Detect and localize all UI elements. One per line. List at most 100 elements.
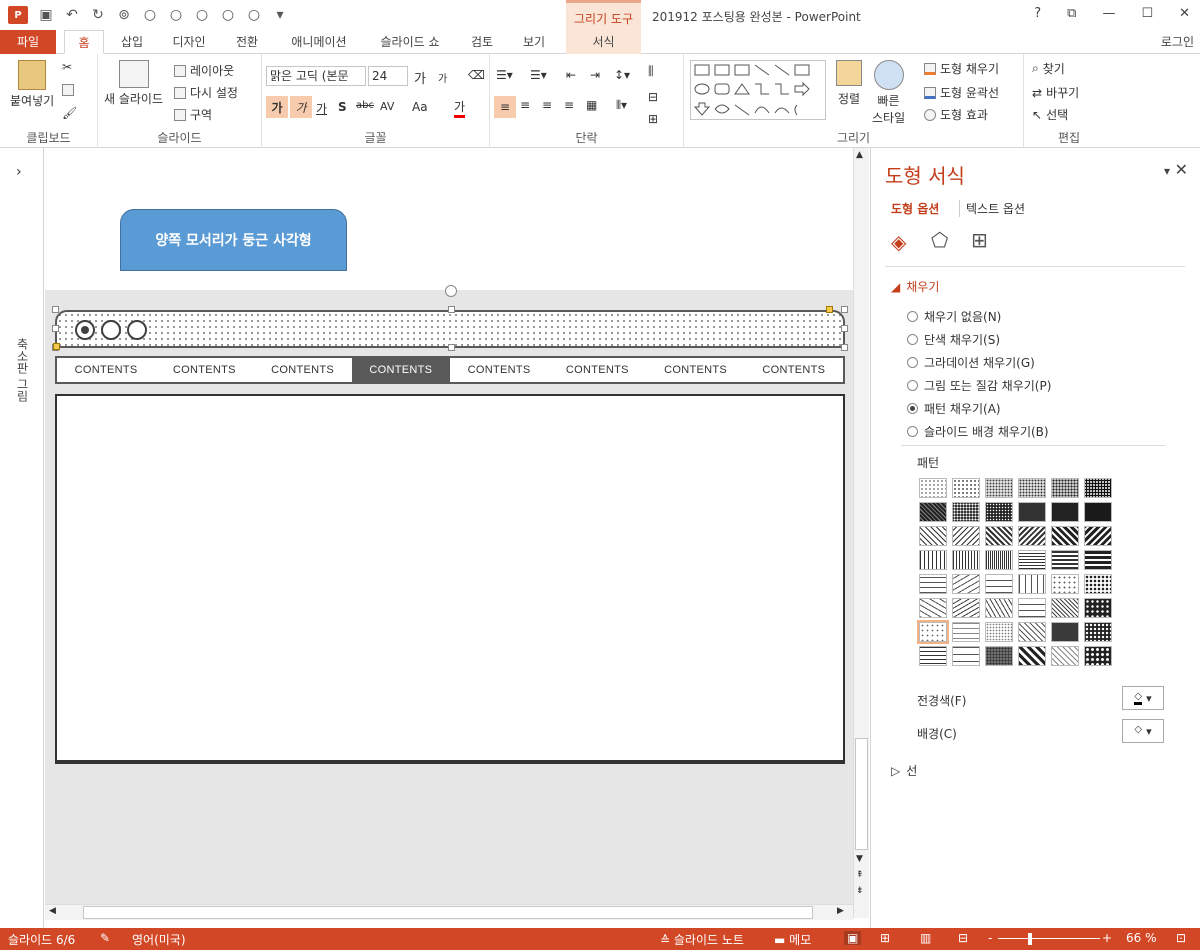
tab-view[interactable]: 보기 bbox=[514, 30, 554, 54]
section-button[interactable]: 구역 bbox=[174, 106, 212, 123]
smartart-button[interactable]: ⊞ bbox=[648, 112, 658, 126]
scroll-up-icon[interactable]: ▲ bbox=[856, 150, 863, 160]
copy-button[interactable] bbox=[62, 84, 74, 96]
pattern-swatch[interactable] bbox=[985, 550, 1013, 570]
save-icon[interactable]: ▣ bbox=[38, 7, 54, 23]
pattern-swatch[interactable] bbox=[985, 502, 1013, 522]
selection-handle[interactable] bbox=[841, 306, 848, 313]
zoom-slider-thumb[interactable] bbox=[1028, 933, 1032, 945]
pattern-swatch[interactable] bbox=[1018, 478, 1046, 498]
columns-button[interactable]: ⫴▾ bbox=[616, 98, 627, 113]
pane-options-icon[interactable]: ▾ bbox=[1164, 164, 1170, 178]
pattern-swatch[interactable] bbox=[1051, 526, 1079, 546]
underline-button[interactable]: 가 bbox=[316, 100, 327, 117]
reading-view-icon[interactable]: ▥ bbox=[920, 931, 931, 945]
shape-icon-3[interactable]: ○ bbox=[194, 7, 210, 23]
pattern-swatch[interactable] bbox=[985, 478, 1013, 498]
tab-insert[interactable]: 삽입 bbox=[112, 30, 152, 54]
pattern-swatch[interactable] bbox=[1051, 646, 1079, 666]
pattern-swatch[interactable] bbox=[1018, 526, 1046, 546]
text-direction-button[interactable]: ⫼ bbox=[648, 64, 654, 79]
pattern-swatch[interactable] bbox=[952, 646, 980, 666]
pattern-swatch[interactable] bbox=[1084, 526, 1112, 546]
align-center-button[interactable]: ≡ bbox=[520, 98, 530, 112]
pattern-swatch[interactable] bbox=[919, 550, 947, 570]
nav-item-active[interactable]: CONTENTS bbox=[351, 358, 450, 382]
pattern-swatch[interactable] bbox=[1018, 598, 1046, 618]
pane-close-button[interactable]: ✕ bbox=[1175, 160, 1188, 179]
expand-thumbnails-icon[interactable]: › bbox=[16, 164, 22, 180]
thumbnails-label[interactable]: 축소판 그림 bbox=[14, 338, 31, 402]
shape-effects-button[interactable]: 도형 효과 bbox=[924, 106, 988, 123]
cut-button[interactable]: ✂ bbox=[62, 60, 72, 74]
shape-fill-button[interactable]: 도형 채우기 bbox=[924, 60, 999, 77]
zoom-slider[interactable] bbox=[998, 938, 1100, 939]
customize-qat-icon[interactable]: ▾ bbox=[272, 7, 288, 23]
pattern-swatch[interactable] bbox=[1051, 598, 1079, 618]
pattern-swatch[interactable] bbox=[985, 622, 1013, 642]
italic-button[interactable]: 가 bbox=[290, 96, 312, 118]
zoom-out-button[interactable]: - bbox=[988, 931, 992, 945]
nav-item[interactable]: CONTENTS bbox=[548, 358, 646, 382]
bullets-button[interactable]: ☰▾ bbox=[496, 68, 513, 82]
paste-button[interactable]: 붙여넣기 bbox=[10, 60, 54, 109]
nav-item[interactable]: CONTENTS bbox=[254, 358, 352, 382]
scroll-down-icon[interactable]: ▼ bbox=[856, 854, 863, 864]
pattern-swatch[interactable] bbox=[985, 526, 1013, 546]
pattern-swatch[interactable] bbox=[1051, 478, 1079, 498]
language-indicator[interactable]: 영어(미국) bbox=[132, 931, 186, 948]
vertical-scroll-thumb[interactable] bbox=[855, 738, 868, 850]
new-slide-button[interactable]: 새 슬라이드 bbox=[104, 60, 163, 107]
pattern-swatch[interactable] bbox=[919, 502, 947, 522]
nav-item[interactable]: CONTENTS bbox=[745, 358, 843, 382]
line-section-header[interactable]: ▷ 선 bbox=[891, 762, 917, 779]
shape-icon-4[interactable]: ○ bbox=[220, 7, 236, 23]
align-right-button[interactable]: ≡ bbox=[542, 98, 552, 112]
pattern-swatch[interactable] bbox=[952, 550, 980, 570]
pattern-swatch[interactable] bbox=[1051, 502, 1079, 522]
shape-icon-5[interactable]: ○ bbox=[246, 7, 262, 23]
pattern-swatch[interactable] bbox=[1051, 550, 1079, 570]
tab-review[interactable]: 검토 bbox=[462, 30, 502, 54]
font-color-button[interactable]: 가 bbox=[454, 98, 466, 118]
line-spacing-button[interactable]: ↕▾ bbox=[614, 68, 630, 82]
justify-button[interactable]: ≡ bbox=[564, 98, 574, 112]
strikethrough-button[interactable]: abc bbox=[356, 100, 374, 111]
pattern-swatch[interactable] bbox=[952, 502, 980, 522]
pattern-swatch[interactable] bbox=[1084, 478, 1112, 498]
shape-gallery[interactable] bbox=[690, 60, 826, 120]
distribute-button[interactable]: ▦ bbox=[586, 98, 597, 112]
browser-bar-shape[interactable] bbox=[55, 310, 845, 348]
background-color-button[interactable]: ◇ ▾ bbox=[1122, 719, 1164, 743]
pattern-swatch[interactable] bbox=[1051, 574, 1079, 594]
help-icon[interactable]: ? bbox=[1034, 6, 1041, 21]
selection-handle[interactable] bbox=[52, 306, 59, 313]
char-spacing-button[interactable]: AV bbox=[380, 100, 394, 113]
fill-option-pattern[interactable]: 패턴 채우기(A) bbox=[907, 400, 1001, 417]
format-painter-button[interactable]: 🖌 bbox=[62, 106, 77, 120]
numbering-button[interactable]: ☰▾ bbox=[530, 68, 547, 82]
rounded-rectangle-shape[interactable]: 양쪽 모서리가 둥근 사각형 bbox=[120, 209, 347, 271]
maximize-button[interactable]: ☐ bbox=[1141, 6, 1153, 21]
find-button[interactable]: ⌕ 찾기 bbox=[1032, 60, 1065, 77]
pattern-swatch[interactable] bbox=[1018, 502, 1046, 522]
clear-format-button[interactable]: ⌫ bbox=[468, 68, 485, 82]
font-name-combo[interactable]: 맑은 고딕 (본문 bbox=[266, 66, 366, 86]
pattern-swatch[interactable] bbox=[952, 598, 980, 618]
select-button[interactable]: ↖ 선택 bbox=[1032, 106, 1068, 123]
ribbon-display-icon[interactable]: ⧉ bbox=[1067, 6, 1076, 21]
pattern-swatch[interactable] bbox=[1018, 646, 1046, 666]
fit-slide-icon[interactable]: ⊡ bbox=[1176, 931, 1186, 945]
scroll-left-icon[interactable]: ◀ bbox=[49, 906, 56, 916]
redo-icon[interactable]: ↻ bbox=[90, 7, 106, 23]
tab-slideshow[interactable]: 슬라이드 쇼 bbox=[370, 30, 450, 54]
pattern-swatch[interactable] bbox=[919, 574, 947, 594]
content-box-shape[interactable] bbox=[55, 394, 845, 764]
fill-option-solid[interactable]: 단색 채우기(S) bbox=[907, 331, 1000, 348]
notes-button[interactable]: ≙ 슬라이드 노트 bbox=[660, 931, 744, 948]
horizontal-scroll-thumb[interactable] bbox=[83, 906, 813, 919]
quick-styles-button[interactable]: 빠른 스타일 bbox=[872, 60, 905, 126]
shape-outline-button[interactable]: 도형 윤곽선 bbox=[924, 84, 999, 101]
selection-handle[interactable] bbox=[841, 344, 848, 351]
next-slide-icon[interactable]: ⇟ bbox=[856, 886, 864, 896]
